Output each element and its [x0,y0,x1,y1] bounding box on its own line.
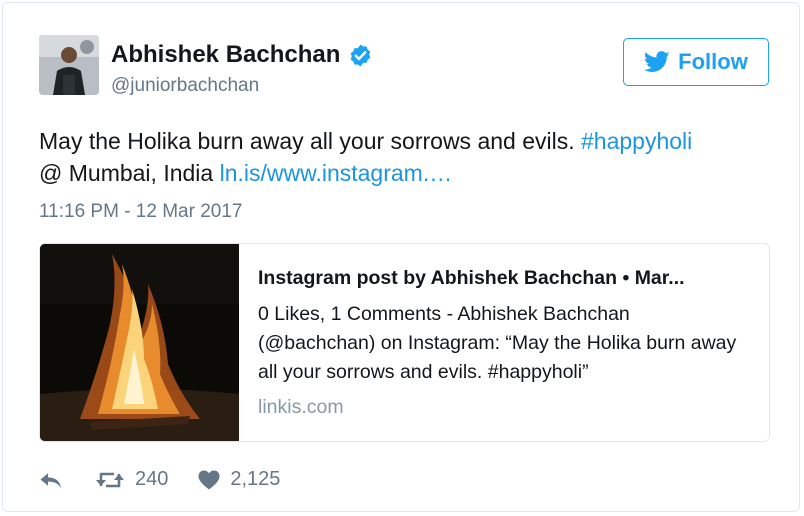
preview-domain: linkis.com [258,396,344,418]
preview-title: Instagram post by Abhishek Bachchan • Ma… [258,267,685,289]
retweet-icon [96,472,124,487]
author-name[interactable]: Abhishek Bachchan [111,41,340,69]
author-name-row: Abhishek Bachchan [111,41,373,69]
avatar-image [39,35,99,95]
preview-text: Instagram post by Abhishek Bachchan • Ma… [239,244,769,441]
bonfire-image [40,244,239,441]
tweet-text: May the Holika burn away all your sorrow… [39,125,779,189]
follow-button-label: Follow [678,49,748,74]
tweet-timestamp[interactable]: 11:16 PM - 12 Mar 2017 [39,201,242,223]
reply-icon [40,472,61,488]
preview-description: 0 Likes, 1 Comments - Abhishek Bachchan … [258,303,737,383]
tweet-url-link[interactable]: ln.is/www.instagram.… [220,160,453,186]
hashtag-link[interactable]: #happyholi [581,128,692,154]
tweet-location: @ Mumbai, India [39,160,214,186]
retweet-count: 240 [135,468,169,490]
tweet-card: Abhishek Bachchan @juniorbachchan Follow… [2,2,800,512]
link-preview-card[interactable]: Instagram post by Abhishek Bachchan • Ma… [39,243,770,442]
preview-image [40,244,239,441]
verified-badge-icon [351,44,371,66]
like-count: 2,125 [230,468,281,490]
heart-icon [198,470,220,489]
twitter-bird-icon [644,51,670,72]
retweet-button[interactable]: 240 [95,468,168,491]
like-button[interactable]: 2,125 [198,468,280,491]
tweet-actions: 240 2,125 [39,468,280,491]
follow-button[interactable]: Follow [623,38,769,86]
author-handle[interactable]: @juniorbachchan [111,75,259,97]
reply-button[interactable] [39,471,63,489]
avatar[interactable] [39,35,99,95]
tweet-body: May the Holika burn away all your sorrow… [39,128,575,154]
